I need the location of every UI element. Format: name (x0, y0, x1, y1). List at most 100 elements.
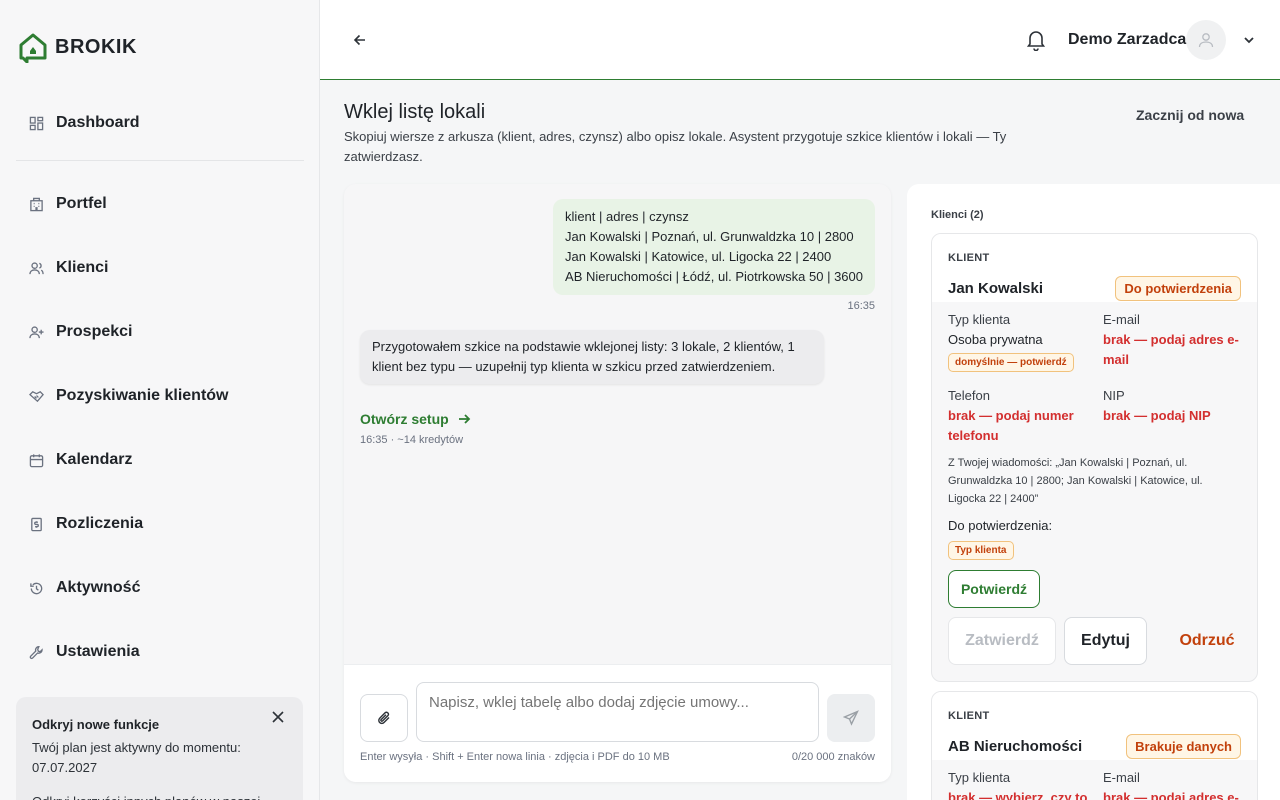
field-label: Typ klienta (948, 312, 1011, 327)
topbar: Demo Zarzadca (320, 0, 1280, 80)
user-message-line: Jan Kowalski | Katowice, ul. Ligocka 22 … (565, 249, 832, 264)
avatar[interactable] (1186, 20, 1226, 60)
sidebar-item-portfel[interactable]: Portfel (16, 184, 304, 224)
user-message-line: Jan Kowalski | Poznań, ul. Grunwaldzka 1… (565, 229, 854, 244)
page-subtitle: Skopiuj wiersze z arkusza (klient, adres… (344, 129, 1007, 164)
sidebar: BROKIK Dashboard Portfel Klienci Prospek… (0, 0, 320, 800)
user-message-time: 16:35 (847, 300, 875, 312)
brand-name: BROKIK (55, 35, 137, 58)
promo-text: Twój plan jest aktywny do momentu: 07.07… (32, 740, 241, 775)
character-counter: 0/20 000 znaków (791, 751, 875, 763)
edit-button[interactable]: Edytuj (1064, 617, 1147, 665)
restart-button[interactable]: Zacznij od nowa (1136, 107, 1244, 123)
card-actions: Zatwierdź Edytuj Odrzuć (948, 617, 1257, 665)
field-client-type: Typ klienta Osoba prywatna domyślnie — p… (948, 310, 1093, 372)
receipt-icon (28, 516, 44, 532)
wrench-icon (28, 644, 44, 660)
sidebar-item-label: Aktywność (56, 579, 141, 596)
user-message: klient | adres | czynsz Jan Kowalski | P… (553, 199, 875, 295)
user-plus-icon (28, 324, 44, 340)
reject-button[interactable]: Odrzuć (1155, 617, 1257, 665)
status-badge: Do potwierdzenia (1115, 276, 1241, 301)
sidebar-item-label: Portfel (56, 195, 107, 212)
source-quote: Z Twojej wiadomości: „Jan Kowalski | Poz… (948, 457, 1203, 505)
sidebar-item-ustawienia[interactable]: Ustawienia (16, 632, 304, 672)
user-name[interactable]: Demo Zarzadca (1068, 31, 1186, 49)
sidebar-item-label: Rozliczenia (56, 515, 144, 532)
field-label: NIP (1103, 388, 1125, 403)
field-phone: Telefon brak — podaj numer telefonu (948, 386, 1093, 446)
assistant-message-meta: 16:35 · ~14 kredytów (360, 434, 464, 446)
confirm-button[interactable]: Potwierdź (948, 570, 1040, 608)
client-card: KLIENT AB Nieruchomości Brakuje danych T… (931, 691, 1258, 800)
sidebar-item-label: Ustawienia (56, 643, 140, 660)
paperclip-icon (378, 711, 390, 725)
user-message-line: AB Nieruchomości | Łódź, ul. Piotrkowska… (565, 269, 863, 284)
field-missing-value[interactable]: brak — podaj adres e- (1103, 788, 1248, 800)
nav-divider (16, 160, 304, 161)
sidebar-item-label: Pozyskiwanie klientów (56, 387, 229, 404)
default-confirm-tag: domyślnie — potwierdź (948, 353, 1074, 372)
client-fields: Typ klienta Osoba prywatna domyślnie — p… (932, 302, 1257, 443)
drafts-panel: Klienci (2) KLIENT Jan Kowalski Do potwi… (907, 184, 1280, 800)
to-confirm-label: Do potwierdzenia: (948, 518, 1053, 533)
chat-panel: klient | adres | czynsz Jan Kowalski | P… (344, 184, 891, 782)
users-icon (28, 260, 44, 276)
promo-title: Odkryj nowe funkcje (32, 717, 160, 732)
brand-logo[interactable]: BROKIK (17, 31, 137, 63)
handshake-icon (28, 388, 44, 404)
field-missing-value[interactable]: brak — wybierz, czy to (948, 788, 1093, 800)
field-email: E-mail brak — podaj adres e-mail (1103, 310, 1248, 370)
field-label: E-mail (1103, 312, 1140, 327)
open-setup-link[interactable]: Otwórz setup (360, 411, 471, 427)
arrow-right-icon (458, 414, 470, 424)
attach-button[interactable] (360, 694, 408, 742)
user-icon (1198, 33, 1214, 48)
approve-button[interactable]: Zatwierdź (948, 617, 1056, 665)
card-kicker: KLIENT (948, 710, 990, 722)
message-input[interactable] (416, 682, 819, 742)
sidebar-item-kalendarz[interactable]: Kalendarz (16, 440, 304, 480)
page-title: Wklej listę lokali (344, 101, 486, 123)
field-email: E-mail brak — podaj adres e- (1103, 768, 1248, 800)
field-value: Osoba prywatna (948, 332, 1043, 347)
client-card-header: KLIENT AB Nieruchomości Brakuje danych (932, 692, 1257, 760)
field-label: Typ klienta (948, 770, 1011, 785)
chevron-down-icon[interactable] (1242, 33, 1256, 47)
client-card: KLIENT Jan Kowalski Do potwierdzenia Typ… (931, 233, 1258, 682)
field-missing-value[interactable]: brak — podaj adres e-mail (1103, 330, 1248, 370)
field-client-type: Typ klienta brak — wybierz, czy to (948, 768, 1093, 800)
building-icon (28, 196, 44, 212)
sidebar-item-klienci[interactable]: Klienci (16, 248, 304, 288)
field-missing-value[interactable]: brak — podaj NIP (1103, 406, 1248, 426)
to-confirm-tag: Typ klienta (948, 541, 1014, 560)
field-label: E-mail (1103, 770, 1140, 785)
sidebar-item-prospekci[interactable]: Prospekci (16, 312, 304, 352)
field-label: Telefon (948, 388, 990, 403)
message-composer: Enter wysyła · Shift + Enter nowa linia … (344, 664, 891, 782)
client-card-header: KLIENT Jan Kowalski Do potwierdzenia (932, 234, 1257, 302)
sidebar-item-pozyskiwanie[interactable]: Pozyskiwanie klientów (16, 376, 304, 416)
status-badge: Brakuje danych (1126, 734, 1241, 759)
open-setup-label: Otwórz setup (360, 411, 449, 427)
sidebar-item-dashboard[interactable]: Dashboard (16, 103, 304, 143)
dashboard-icon (28, 115, 44, 131)
send-button[interactable] (827, 694, 875, 742)
send-icon (843, 710, 859, 726)
field-missing-value[interactable]: brak — podaj numer telefonu (948, 406, 1093, 446)
client-fields: Typ klienta brak — wybierz, czy to E-mai… (932, 760, 1257, 800)
clients-section-title: Klienci (2) (931, 209, 984, 221)
sidebar-item-aktywnosc[interactable]: Aktywność (16, 568, 304, 608)
client-name: AB Nieruchomości (948, 738, 1083, 755)
sidebar-item-rozliczenia[interactable]: Rozliczenia (16, 504, 304, 544)
sidebar-item-label: Klienci (56, 259, 109, 276)
promo-more: Odkryj korzyści innych planów w naszej (32, 792, 287, 800)
sidebar-item-label: Kalendarz (56, 451, 133, 468)
back-arrow-icon[interactable] (350, 30, 370, 50)
close-icon[interactable] (271, 710, 285, 724)
history-icon (28, 580, 44, 596)
bell-icon[interactable] (1026, 29, 1046, 52)
sidebar-item-label: Prospekci (56, 323, 133, 340)
user-message-line: klient | adres | czynsz (565, 209, 689, 224)
calendar-icon (28, 452, 44, 468)
